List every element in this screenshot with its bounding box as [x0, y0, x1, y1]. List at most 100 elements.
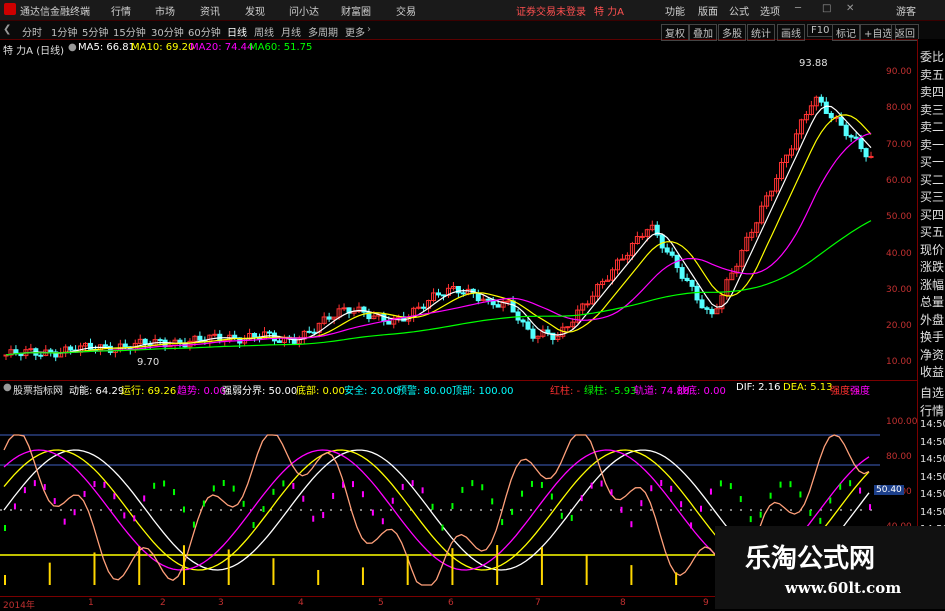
- indicator-volume-bar: [630, 565, 633, 585]
- tab-fenshi[interactable]: 分时: [22, 24, 42, 39]
- tab-1min[interactable]: 1分钟: [51, 24, 77, 39]
- btn-biaoji[interactable]: 标记: [832, 24, 860, 41]
- menu-faxian[interactable]: 发现: [245, 3, 265, 18]
- indicator-volume-bar: [272, 558, 275, 585]
- price-axis-label: 50.00: [886, 212, 912, 223]
- indicator-bar: [799, 491, 802, 498]
- tab-weekly[interactable]: 周线: [254, 24, 274, 39]
- candle-body: [38, 354, 44, 357]
- chevron-right-icon[interactable]: ›: [367, 24, 371, 35]
- btn-diejia[interactable]: 叠加: [689, 24, 717, 41]
- tab-multi-period[interactable]: 多周期: [308, 24, 338, 39]
- menu-zixun[interactable]: 资讯: [200, 3, 220, 18]
- price-axis-label: 60.00: [886, 175, 912, 186]
- tab-15min[interactable]: 15分钟: [113, 24, 146, 39]
- btn-fanhui[interactable]: 返回: [891, 24, 919, 41]
- indicator-bar: [540, 481, 543, 488]
- indicator-bar: [620, 506, 623, 513]
- price-axis: 90.00 80.00 70.00 60.00 50.00 40.00 30.00 20.00…: [880, 55, 916, 375]
- login-status[interactable]: 证券交易未登录: [516, 3, 586, 18]
- tab-daily[interactable]: 日线: [227, 24, 247, 39]
- minimize-icon[interactable]: ─: [795, 3, 801, 14]
- price-axis-label: 40.00: [886, 248, 912, 259]
- quote-panel-row[interactable]: 买二: [920, 171, 944, 188]
- settings-dot-icon[interactable]: ●: [3, 382, 12, 393]
- quote-panel-row[interactable]: 买五: [920, 223, 944, 240]
- link-banmian[interactable]: 版面: [698, 3, 718, 18]
- price-axis-label: 90.00: [886, 67, 912, 77]
- quote-panel-row[interactable]: 14:50: [920, 419, 945, 430]
- quote-panel-row[interactable]: 净资: [920, 346, 944, 363]
- indicator-volume-bar: [496, 545, 499, 585]
- candle-body: [475, 292, 481, 302]
- guest-label[interactable]: 游客: [896, 3, 916, 18]
- link-gongneng[interactable]: 功能: [665, 3, 685, 18]
- quote-panel-row[interactable]: 换手: [920, 328, 944, 345]
- quote-panel-row[interactable]: 卖四: [920, 83, 944, 100]
- quote-panel-row[interactable]: 涨跌: [920, 258, 944, 275]
- quote-panel-row[interactable]: 卖五: [920, 66, 944, 83]
- btn-fuquan[interactable]: 复权: [661, 24, 689, 41]
- menu-shichang[interactable]: 市场: [155, 3, 175, 18]
- quote-panel-row[interactable]: 买三: [920, 188, 944, 205]
- indicator-bar: [441, 524, 444, 531]
- menu-jiaoyi[interactable]: 交易: [396, 3, 416, 18]
- indicator-bar: [262, 506, 265, 513]
- close-icon[interactable]: ✕: [846, 3, 854, 14]
- candle-body: [868, 155, 874, 158]
- candlestick-chart[interactable]: [0, 55, 917, 375]
- tab-30min[interactable]: 30分钟: [151, 24, 184, 39]
- quote-panel-row[interactable]: 14:50: [920, 454, 945, 465]
- quote-panel-row[interactable]: 卖三: [920, 101, 944, 118]
- tab-5min[interactable]: 5分钟: [82, 24, 108, 39]
- quote-panel-row[interactable]: 外盘: [920, 311, 944, 328]
- quote-panel-row[interactable]: 卖二: [920, 118, 944, 135]
- back-arrow-icon[interactable]: ❮: [3, 24, 11, 35]
- btn-duogu[interactable]: 多股: [718, 24, 746, 41]
- quote-panel-row[interactable]: 总量: [920, 293, 944, 310]
- quote-panel-row[interactable]: 委比: [920, 48, 944, 65]
- settings-dot-icon[interactable]: ●: [68, 42, 77, 53]
- menu-wenxiaoda[interactable]: 问小达: [289, 3, 319, 18]
- quote-panel-row[interactable]: 涨幅: [920, 276, 944, 293]
- quote-panel-row[interactable]: 买四: [920, 206, 944, 223]
- indicator-bar: [33, 480, 36, 487]
- quote-panel-row[interactable]: 收益: [920, 363, 944, 380]
- tab-more[interactable]: 更多: [345, 24, 365, 39]
- indicator-bar: [570, 514, 573, 521]
- quote-panel-row[interactable]: 14:50: [920, 437, 945, 448]
- tab-monthly[interactable]: 月线: [281, 24, 301, 39]
- quote-panel-row[interactable]: 14:50: [920, 507, 945, 518]
- indicator-bar: [73, 509, 76, 516]
- link-xuanxiang[interactable]: 选项: [760, 3, 780, 18]
- quote-panel-row[interactable]: 现价: [920, 241, 944, 258]
- tab-60min[interactable]: 60分钟: [188, 24, 221, 39]
- menu-caifuquan[interactable]: 财富圈: [341, 3, 371, 18]
- indicator-bar: [63, 518, 66, 525]
- indicator-bar: [103, 481, 106, 488]
- quote-panel-row[interactable]: 14:50: [920, 489, 945, 500]
- quote-panel-row[interactable]: 自选: [920, 384, 944, 401]
- indicator-bar: [461, 486, 464, 493]
- menu-hangqing[interactable]: 行情: [111, 3, 131, 18]
- app-logo-icon: [4, 3, 16, 15]
- quote-panel-row[interactable]: 买一: [920, 153, 944, 170]
- candle-body: [510, 300, 516, 313]
- quote-panel-row[interactable]: 14:50: [920, 472, 945, 483]
- btn-tongji[interactable]: 统计: [747, 24, 775, 41]
- candle-body: [828, 112, 834, 119]
- candle-body: [311, 331, 317, 334]
- btn-f10[interactable]: F10: [807, 24, 834, 37]
- indicator-bar: [729, 483, 732, 490]
- candle-body: [838, 116, 844, 126]
- btn-huaxian[interactable]: 画线: [777, 24, 805, 41]
- indicator-volume-bar: [361, 567, 364, 585]
- maximize-icon[interactable]: □: [822, 3, 831, 14]
- quote-panel-row[interactable]: 卖一: [920, 136, 944, 153]
- quote-panel-row[interactable]: 行情: [920, 402, 944, 419]
- indicator-axis-label: 80.00: [886, 452, 912, 462]
- indicator-bar: [650, 485, 653, 492]
- price-axis-label: 10.00: [886, 357, 912, 368]
- link-gongshi[interactable]: 公式: [729, 3, 749, 18]
- stock-title: 特 力A: [594, 7, 625, 18]
